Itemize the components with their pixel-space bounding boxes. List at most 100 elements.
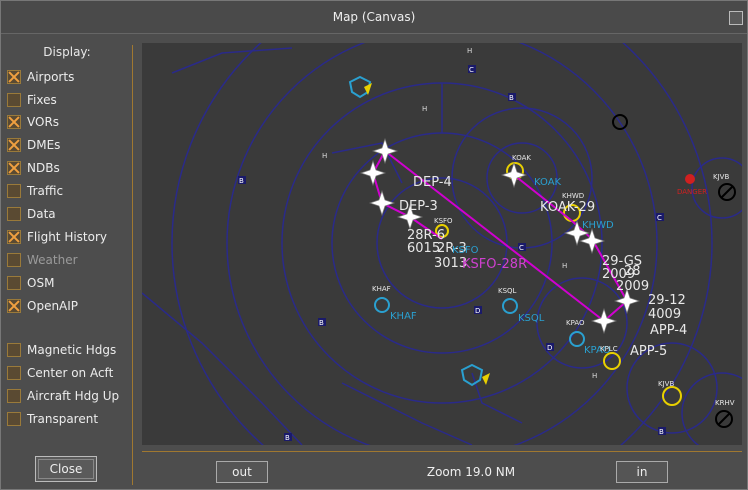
airport-label: KSQL <box>518 313 545 324</box>
class-c-label: C <box>469 66 474 74</box>
checkbox-box[interactable] <box>7 343 21 357</box>
checkbox-box[interactable] <box>7 70 21 84</box>
checkbox-box[interactable] <box>7 299 21 313</box>
magnetic-hdgs-checkbox[interactable]: Magnetic Hdgs <box>7 341 116 359</box>
window-title: Map (Canvas) <box>332 10 416 24</box>
checkbox-box[interactable] <box>7 207 21 221</box>
checkbox-label: Center on Acft <box>27 366 114 380</box>
checkbox-box[interactable] <box>7 161 21 175</box>
airport-id-label: KSQL <box>498 287 517 295</box>
class-b-label: B <box>659 428 664 436</box>
checkbox-label: OSM <box>27 276 55 290</box>
waypoint-label: 2009 <box>616 279 649 294</box>
airport-id-label: KPAO <box>566 319 585 327</box>
checkbox-box[interactable] <box>7 366 21 380</box>
map-canvas[interactable]: C B B C C D B D B B H H H H H DEP-4 DEP-… <box>142 43 742 445</box>
transparent-checkbox[interactable]: Transparent <box>7 410 98 428</box>
flight-history-checkbox[interactable]: Flight History <box>7 228 107 246</box>
checkbox-box[interactable] <box>7 389 21 403</box>
checkbox-label: Traffic <box>27 184 64 198</box>
aircraft-hdg-up-checkbox[interactable]: Aircraft Hdg Up <box>7 387 119 405</box>
checkbox-box[interactable] <box>7 115 21 129</box>
airspace-ring <box>451 107 593 249</box>
checkbox-label: Flight History <box>27 230 108 244</box>
sidebar-separator <box>132 45 133 485</box>
waypoint-icon[interactable] <box>371 137 399 165</box>
checkbox-label: NDBs <box>27 161 60 175</box>
checkbox-label: Fixes <box>27 93 57 107</box>
heliport-label: H <box>322 152 327 160</box>
route-waypoints <box>359 137 641 335</box>
close-button[interactable]: Close <box>35 456 97 482</box>
checkbox-label: Airports <box>27 70 75 84</box>
vors-checkbox[interactable]: VORs <box>7 113 59 131</box>
checkbox-label: OpenAIP <box>27 299 79 313</box>
checkbox-label: Transparent <box>27 412 99 426</box>
airport-id-label: KOAK <box>512 154 531 162</box>
heliport-label: H <box>422 105 427 113</box>
airport-icon[interactable] <box>482 373 490 385</box>
airport-id-label: KHAF <box>372 285 391 293</box>
airports-checkbox[interactable]: Airports <box>7 68 74 86</box>
waypoint-label: DEP-4 <box>413 175 452 190</box>
bottom-separator <box>142 451 742 452</box>
class-c-label: C <box>657 214 662 222</box>
class-d-label: D <box>475 307 480 315</box>
airport-id-label: KJVB <box>713 173 729 181</box>
checkbox-box[interactable] <box>7 276 21 290</box>
heliport-label: H <box>592 372 597 380</box>
class-d-label: D <box>547 344 552 352</box>
waypoint-label: 28 <box>624 264 641 279</box>
route-labels: DEP-4 DEP-3 28R-6 6015 2R-3 3013 KOAK-29… <box>399 175 687 359</box>
airport-label: KSFO <box>452 245 479 256</box>
ndbs-checkbox[interactable]: NDBs <box>7 159 60 177</box>
checkbox-label: DMEs <box>27 138 61 152</box>
ndb-icon <box>720 185 734 199</box>
checkbox-box <box>7 253 21 267</box>
map-window: Map (Canvas) Display: Airports Fixes VOR… <box>0 0 748 490</box>
osm-checkbox[interactable]: OSM <box>7 274 54 292</box>
waypoint-label: DEP-3 <box>399 199 438 214</box>
checkbox-box[interactable] <box>7 184 21 198</box>
airspace-line <box>171 47 293 74</box>
waypoint-label: APP-5 <box>630 344 667 359</box>
display-options-panel: Display: Airports Fixes VORs DMEs NDBs T… <box>1 35 133 489</box>
airport-icon[interactable] <box>662 386 682 406</box>
dmes-checkbox[interactable]: DMEs <box>7 136 60 154</box>
airport-icon[interactable] <box>569 331 585 347</box>
checkbox-label: Magnetic Hdgs <box>27 343 117 357</box>
waypoint-label: KOAK-29 <box>540 200 595 215</box>
checkbox-box[interactable] <box>7 230 21 244</box>
title-bar[interactable]: Map (Canvas) <box>1 1 747 34</box>
fixes-checkbox[interactable]: Fixes <box>7 91 57 109</box>
checkbox-box[interactable] <box>7 412 21 426</box>
checkbox-label: Aircraft Hdg Up <box>27 389 120 403</box>
waypoint-label: APP-4 <box>650 323 687 338</box>
checkbox-box[interactable] <box>7 93 21 107</box>
waypoint-label: 4009 <box>648 307 681 322</box>
danger-icon <box>685 174 695 184</box>
airport-icon[interactable] <box>502 298 518 314</box>
waypoint-label: 29-12 <box>648 293 686 308</box>
checkbox-label: VORs <box>27 115 60 129</box>
center-on-acft-checkbox[interactable]: Center on Acft <box>7 364 113 382</box>
traffic-checkbox[interactable]: Traffic <box>7 182 63 200</box>
airport-id-label: KSFO <box>434 217 453 225</box>
airport-label: KHAF <box>390 311 417 322</box>
checkbox-box[interactable] <box>7 138 21 152</box>
map-svg: C B B C C D B D B B H H H H H DEP-4 DEP-… <box>142 43 742 445</box>
window-maximize-button[interactable] <box>729 11 743 25</box>
airport-label: KOAK <box>534 177 562 188</box>
data-checkbox[interactable]: Data <box>7 205 56 223</box>
zoom-out-button[interactable]: out <box>216 461 268 483</box>
airspace-line <box>341 382 473 445</box>
heliport-label: H <box>562 262 567 270</box>
openaip-checkbox[interactable]: OpenAIP <box>7 297 78 315</box>
waypoint-icon[interactable] <box>368 189 396 217</box>
waypoint-label: KSFO-28R <box>462 257 527 272</box>
danger-label: DANGER <box>677 188 707 196</box>
heliport-label: H <box>467 47 472 55</box>
zoom-in-button[interactable]: in <box>616 461 668 483</box>
airport-icon[interactable] <box>374 297 390 313</box>
airport-label: KHWD <box>582 220 614 231</box>
